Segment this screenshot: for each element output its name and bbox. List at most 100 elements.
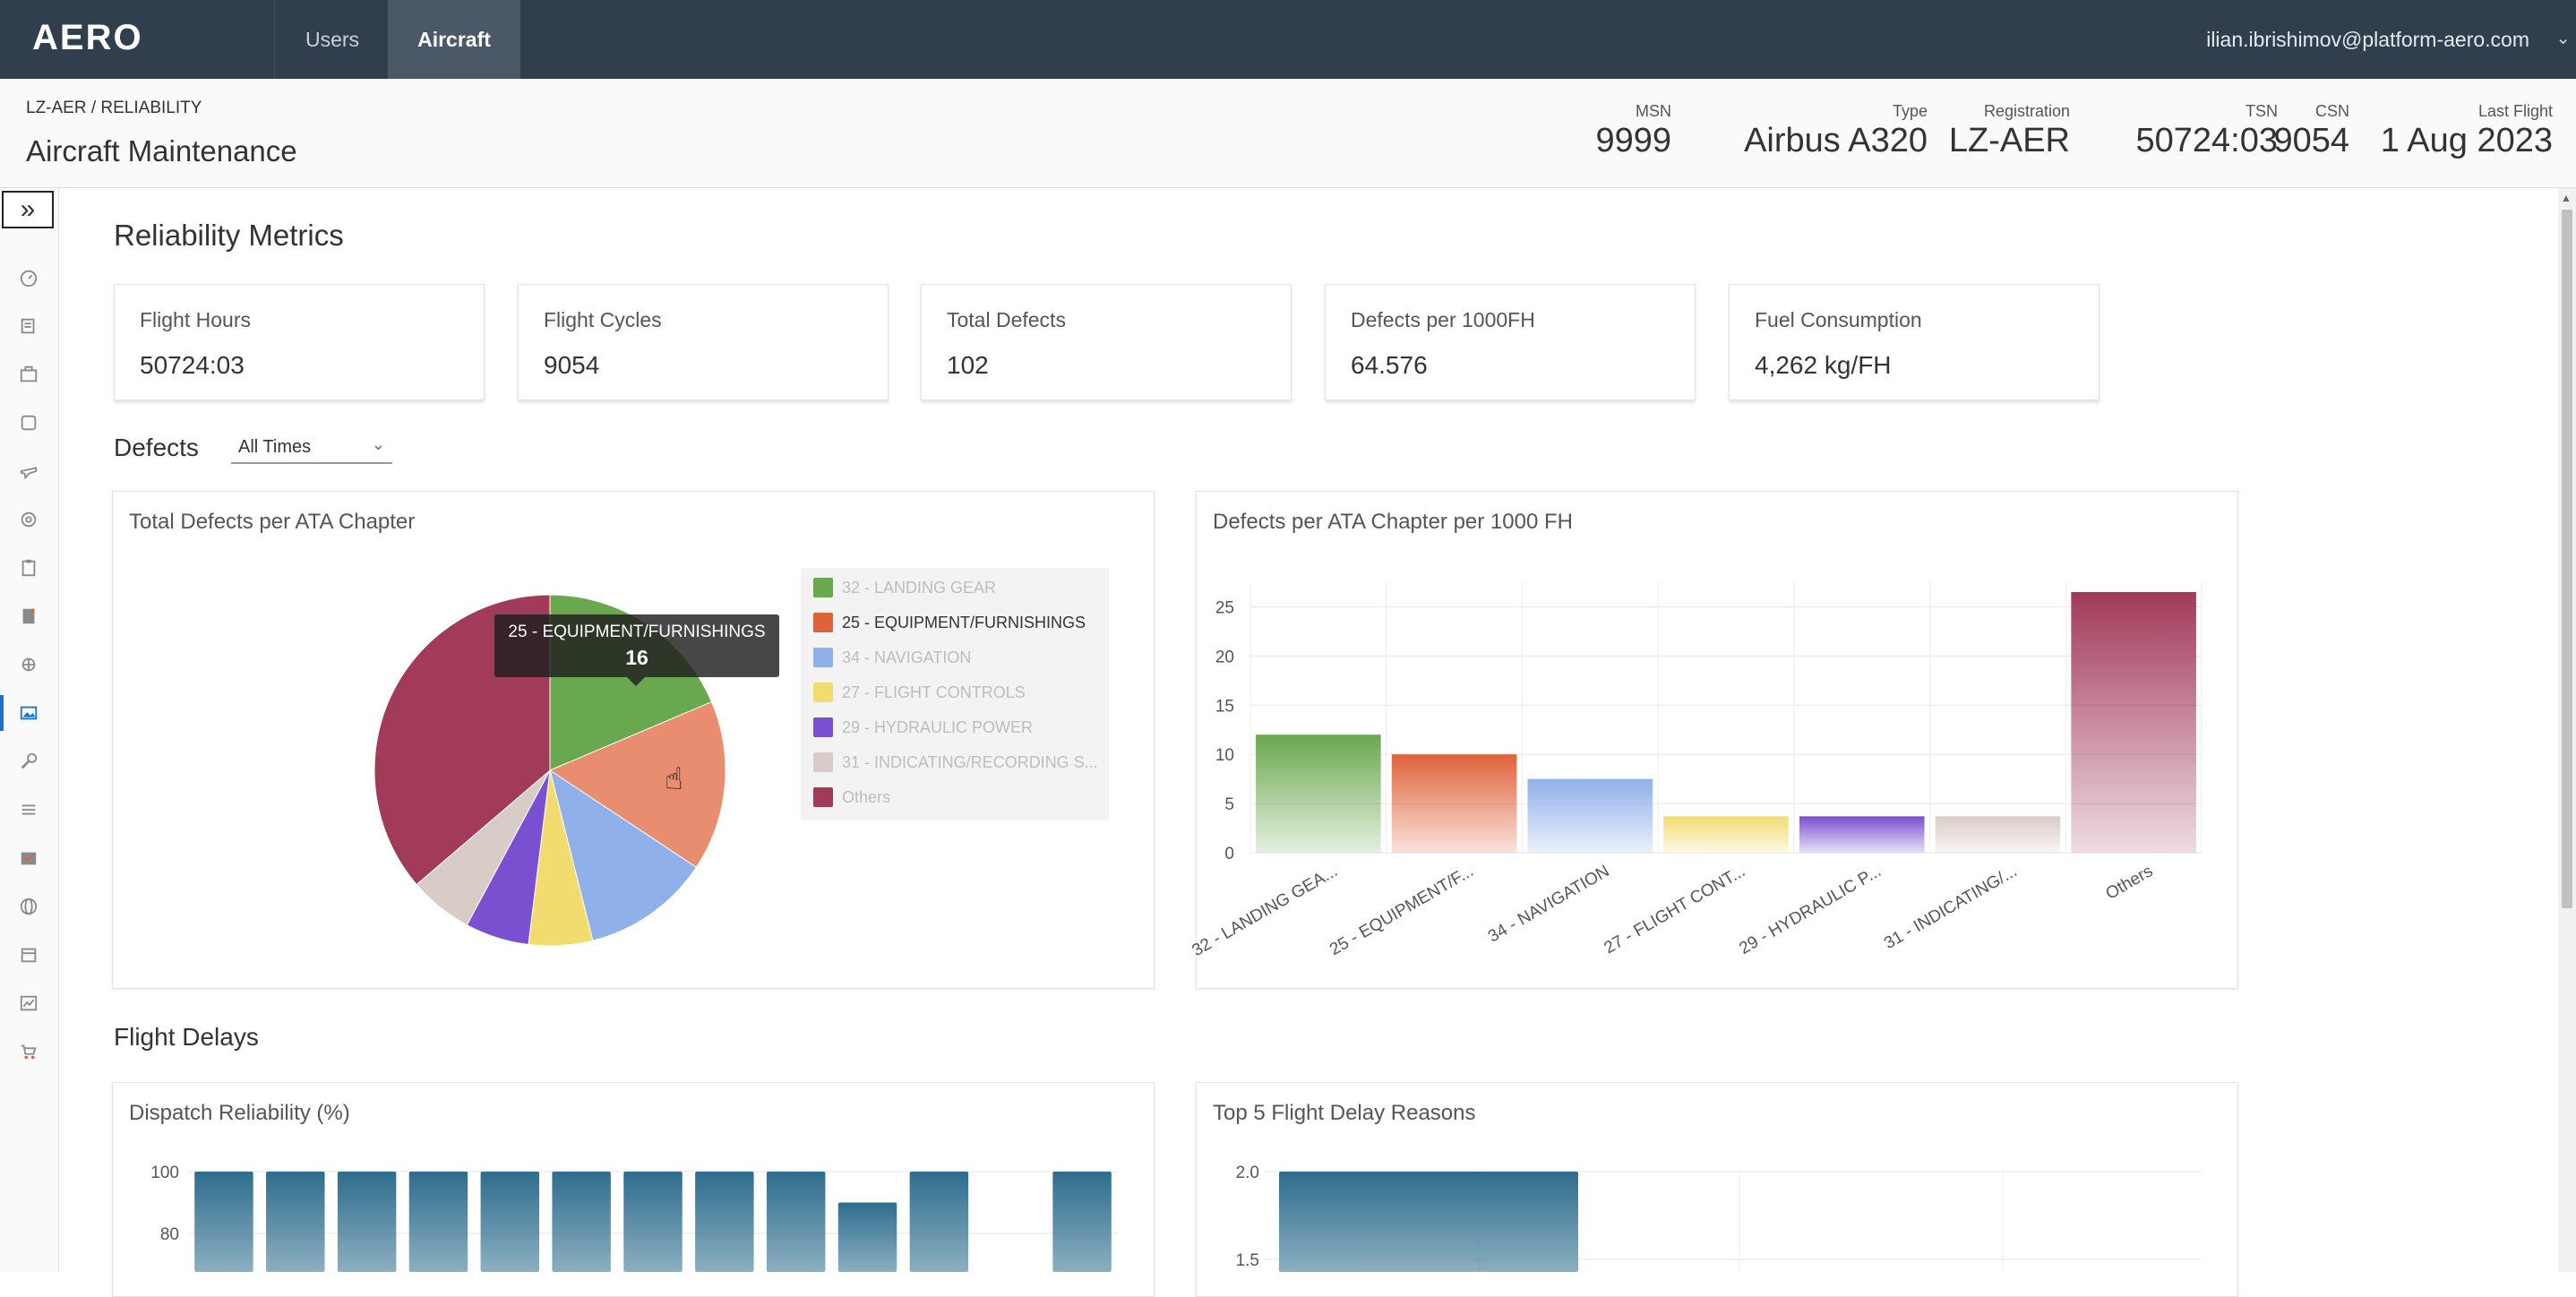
tooltip-value: 16 bbox=[625, 646, 648, 669]
defects-heading: Defects bbox=[114, 434, 199, 461]
legend-item[interactable]: 32 - LANDING GEAR bbox=[813, 577, 996, 598]
tooltip-arrow bbox=[627, 677, 645, 686]
kpi-label: Flight Hours bbox=[140, 308, 251, 331]
pie-legend: 32 - LANDING GEAR 25 - EQUIPMENT/FURNISHI… bbox=[801, 568, 1109, 820]
chevron-down-icon: ⌄ bbox=[371, 435, 385, 453]
chart-title: Defects per ATA Chapter per 1000 FH bbox=[1213, 510, 1573, 534]
legend-item[interactable]: 29 - HYDRAULIC POWER bbox=[813, 717, 1033, 738]
kpi-value: 4,262 kg/FH bbox=[1755, 351, 1892, 379]
clipboard-icon[interactable] bbox=[17, 556, 40, 580]
image-icon[interactable] bbox=[17, 701, 40, 725]
kpi-label: Defects per 1000FH bbox=[1351, 308, 1535, 331]
legend-label: 29 - HYDRAULIC POWER bbox=[842, 717, 1034, 736]
sidebar-expand-button[interactable]: » bbox=[2, 191, 54, 228]
user-menu[interactable]: ilian.ibrishimov@platform-aero.com bbox=[2206, 0, 2529, 79]
kpi-label: Fuel Consumption bbox=[1755, 308, 1922, 331]
scrollbar-thumb[interactable] bbox=[2562, 210, 2572, 908]
document-icon[interactable] bbox=[17, 605, 40, 628]
mouse-cursor: ☝ bbox=[665, 762, 683, 796]
chart-title: Total Defects per ATA Chapter bbox=[129, 510, 416, 534]
kpi-value: 9054 bbox=[544, 351, 600, 379]
list-icon[interactable] bbox=[17, 798, 40, 821]
tooltip-label: 25 - EQUIPMENT/FURNISHINGS bbox=[508, 623, 766, 641]
chevron-down-icon[interactable]: ⌄ bbox=[2555, 27, 2571, 49]
kpi-total-defects: Total Defects 102 bbox=[921, 284, 1292, 400]
stat-last-flight: Last Flight 1 Aug 2023 bbox=[2381, 102, 2553, 159]
legend-item[interactable]: 31 - INDICATING/RECORDING S... bbox=[813, 752, 1098, 773]
stat-value: 50724:03 bbox=[2135, 122, 2279, 159]
calendar-icon[interactable] bbox=[17, 943, 40, 966]
notes-icon[interactable] bbox=[17, 314, 40, 338]
scroll-up-arrow-icon[interactable]: ▲ bbox=[2561, 192, 2572, 204]
top-navbar: AERO Users Aircraft ilian.ibrishimov@pla… bbox=[0, 0, 2576, 79]
stat-value: 9054 bbox=[2273, 122, 2349, 159]
chart-icon[interactable] bbox=[17, 992, 40, 1015]
cart-icon[interactable] bbox=[17, 1040, 40, 1063]
sidebar bbox=[0, 188, 59, 1272]
delay-reasons-card: Top 5 Flight Delay Reasons bbox=[1196, 1082, 2238, 1297]
legend-item[interactable]: 34 - NAVIGATION bbox=[813, 647, 971, 668]
chart-tooltip: 25 - EQUIPMENT/FURNISHINGS 16 bbox=[494, 614, 779, 677]
kpi-defects-per-1000fh: Defects per 1000FH 64.576 bbox=[1325, 284, 1696, 400]
bar-chart-card: Defects per ATA Chapter per 1000 FH bbox=[1196, 491, 2238, 989]
kpi-label: Flight Cycles bbox=[544, 308, 662, 331]
stat-registration: Registration LZ-AER bbox=[1949, 102, 2070, 159]
legend-label: 34 - NAVIGATION bbox=[842, 648, 972, 666]
breadcrumb[interactable]: LZ-AER / RELIABILITY bbox=[26, 99, 202, 118]
kpi-fuel-consumption: Fuel Consumption 4,262 kg/FH bbox=[1729, 284, 2099, 400]
legend-swatch bbox=[813, 787, 833, 807]
kpi-label: Total Defects bbox=[947, 308, 1066, 331]
flight-delays-heading: Flight Delays bbox=[114, 1023, 259, 1051]
legend-label: 32 - LANDING GEAR bbox=[842, 578, 997, 597]
stat-value: Airbus A320 bbox=[1744, 122, 1928, 159]
stat-tsn: TSN 50724:03 bbox=[2136, 102, 2279, 159]
dashboard-icon[interactable] bbox=[17, 266, 40, 289]
checklist-icon[interactable] bbox=[17, 846, 40, 870]
briefcase-icon[interactable] bbox=[17, 363, 40, 386]
box-icon[interactable] bbox=[17, 411, 40, 434]
aero-logo[interactable]: AERO bbox=[32, 18, 143, 58]
chart-title: Dispatch Reliability (%) bbox=[129, 1101, 350, 1125]
stat-label: Last Flight bbox=[2477, 102, 2553, 120]
period-select-value: All Times bbox=[238, 437, 312, 457]
stat-label: Registration bbox=[1983, 102, 2070, 120]
legend-swatch bbox=[813, 717, 833, 737]
stat-type: Type Airbus A320 bbox=[1744, 102, 1928, 159]
stat-label: MSN bbox=[1636, 102, 1671, 120]
legend-item[interactable]: Others bbox=[813, 786, 890, 808]
gear-icon[interactable] bbox=[17, 508, 40, 531]
legend-label: 27 - FLIGHT CONTROLS bbox=[842, 683, 1026, 701]
engine-icon[interactable] bbox=[17, 653, 40, 676]
plane-icon[interactable] bbox=[17, 460, 40, 483]
stat-value: 1 Aug 2023 bbox=[2380, 122, 2553, 159]
globe-icon[interactable] bbox=[17, 895, 40, 918]
logo-text: AERO bbox=[32, 18, 143, 57]
legend-item[interactable]: 25 - EQUIPMENT/FURNISHINGS bbox=[813, 612, 1086, 633]
legend-swatch bbox=[813, 683, 833, 702]
aircraft-header: LZ-AER / RELIABILITY Aircraft Maintenanc… bbox=[0, 79, 2576, 188]
period-select[interactable]: All Times ⌄ bbox=[231, 434, 392, 464]
legend-label: 25 - EQUIPMENT/FURNISHINGS bbox=[842, 613, 1086, 631]
dispatch-chart-card: Dispatch Reliability (%) bbox=[112, 1082, 1155, 1297]
page-title: Aircraft Maintenance bbox=[26, 134, 297, 167]
stat-csn: CSN 9054 bbox=[2273, 102, 2349, 159]
stat-msn: MSN 9999 bbox=[1595, 102, 1671, 159]
nav-tab-aircraft[interactable]: Aircraft bbox=[388, 0, 520, 79]
legend-label: Others bbox=[842, 787, 891, 806]
stat-value: 9999 bbox=[1595, 122, 1671, 159]
legend-swatch bbox=[813, 752, 833, 772]
wrench-icon[interactable] bbox=[17, 750, 40, 773]
kpi-flight-hours: Flight Hours 50724:03 bbox=[114, 284, 485, 400]
legend-item[interactable]: 27 - FLIGHT CONTROLS bbox=[813, 682, 1026, 703]
kpi-value: 102 bbox=[947, 351, 989, 379]
kpi-value: 50724:03 bbox=[140, 351, 245, 379]
kpi-flight-cycles: Flight Cycles 9054 bbox=[518, 284, 889, 400]
chart-title: Top 5 Flight Delay Reasons bbox=[1213, 1101, 1476, 1125]
stat-label: TSN bbox=[2245, 102, 2278, 120]
legend-swatch bbox=[813, 578, 833, 597]
legend-swatch bbox=[813, 648, 833, 667]
legend-label: 31 - INDICATING/RECORDING S... bbox=[842, 752, 1098, 771]
nav-tab-users[interactable]: Users bbox=[274, 0, 390, 79]
sidebar-active-indicator bbox=[0, 695, 4, 731]
stat-value: LZ-AER bbox=[1948, 122, 2070, 159]
